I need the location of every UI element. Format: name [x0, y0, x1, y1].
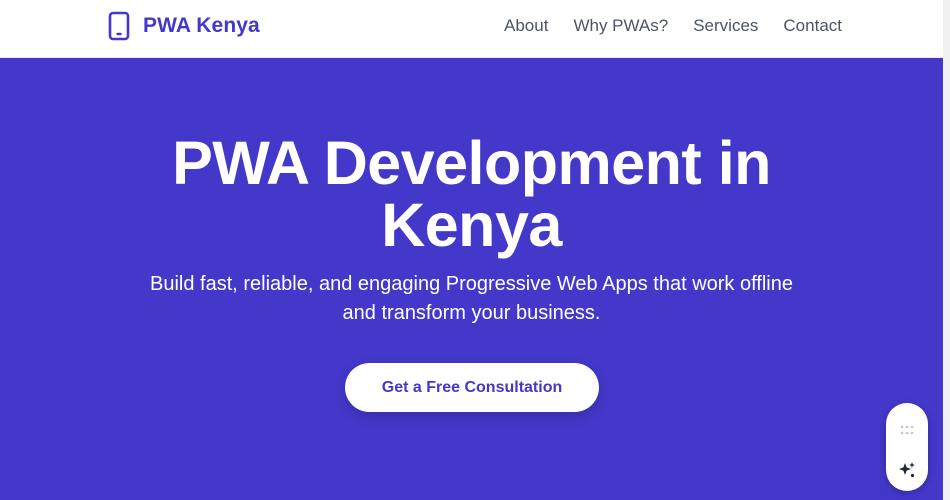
page-scrollbar[interactable]: [943, 0, 950, 500]
hero-subtitle: Build fast, reliable, and engaging Progr…: [110, 270, 833, 328]
hero-subtitle-line-1: Build fast, reliable, and engaging Progr…: [150, 273, 793, 295]
smartphone-icon: [108, 11, 130, 41]
brand-logo[interactable]: PWA Kenya: [108, 11, 260, 41]
hero-title: PWA Development in Kenya: [0, 132, 943, 256]
hero-section: PWA Development in Kenya Build fast, rel…: [0, 58, 943, 500]
floating-widget[interactable]: [886, 403, 928, 491]
nav-link-about[interactable]: About: [504, 16, 548, 36]
hero-subtitle-line-2: and transform your business.: [342, 302, 601, 324]
nav-link-services[interactable]: Services: [693, 16, 758, 36]
sparkle-icon[interactable]: [898, 461, 916, 484]
main-nav: About Why PWAs? Services Contact: [504, 16, 842, 36]
nav-link-why-pwas[interactable]: Why PWAs?: [573, 16, 668, 36]
brand-name: PWA Kenya: [143, 14, 260, 37]
free-consultation-button[interactable]: Get a Free Consultation: [345, 363, 599, 412]
nav-link-contact[interactable]: Contact: [783, 16, 842, 36]
navbar: PWA Kenya About Why PWAs? Services Conta…: [0, 0, 943, 58]
drag-handle-icon[interactable]: [900, 422, 914, 440]
hero-title-line-2: Kenya: [381, 191, 562, 259]
hero-title-line-1: PWA Development in: [172, 129, 771, 197]
